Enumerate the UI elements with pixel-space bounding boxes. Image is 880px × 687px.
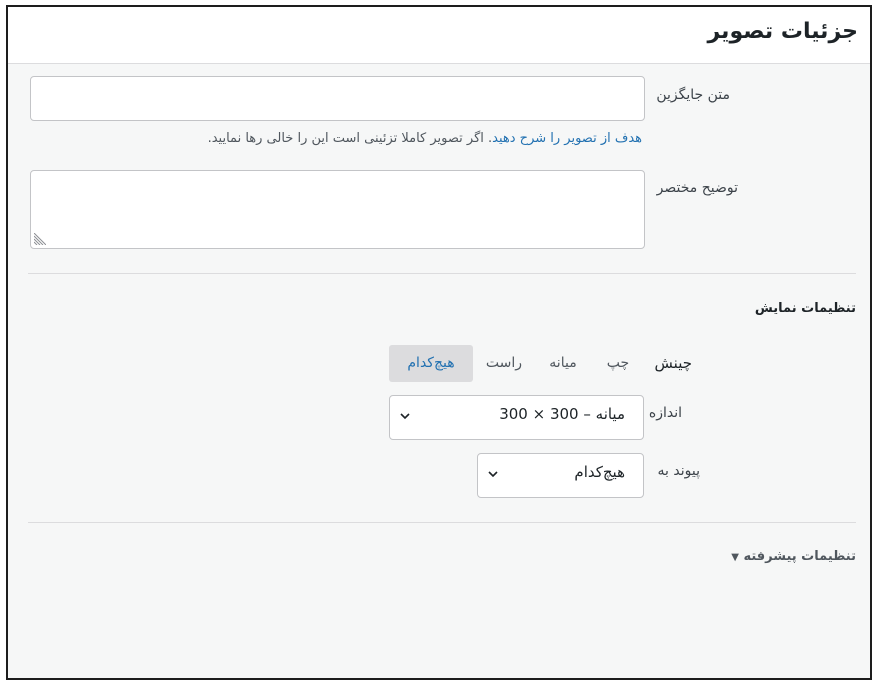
size-label: اندازه — [648, 405, 682, 421]
caption-label: توضیح مختصر — [656, 180, 738, 196]
link-to-select-value: هیچ‌کدام — [574, 463, 625, 481]
link-to-label: پیوند به — [657, 463, 700, 479]
align-center-button[interactable]: میانه — [541, 345, 585, 382]
chevron-down-icon — [400, 413, 410, 420]
caption-textarea[interactable] — [30, 170, 645, 249]
image-details-panel: جزئیات تصویر متن جایگزین هدف از تصویر را… — [6, 5, 872, 680]
align-none-button[interactable]: هیچ‌کدام — [389, 345, 473, 382]
chevron-down-icon — [488, 471, 498, 478]
triangle-down-icon: ▼ — [731, 552, 739, 563]
panel-header: جزئیات تصویر — [8, 7, 870, 64]
advanced-settings-label: تنظیمات پیشرفته — [743, 549, 856, 564]
resize-handle-icon[interactable] — [34, 233, 46, 245]
panel-title: جزئیات تصویر — [707, 19, 859, 44]
size-select-value: میانه – 300 × 300 — [499, 405, 625, 423]
alt-text-help-link[interactable]: هدف از تصویر را شرح دهید — [492, 131, 642, 146]
divider — [28, 522, 856, 523]
alignment-label: چینش — [654, 354, 692, 372]
alt-text-help: هدف از تصویر را شرح دهید. اگر تصویر کامل… — [208, 131, 642, 146]
divider — [28, 273, 856, 274]
alt-text-label: متن جایگزین — [656, 87, 730, 103]
alt-text-input[interactable] — [30, 76, 645, 121]
display-settings-heading: تنظیمات نمایش — [754, 301, 856, 316]
link-to-select[interactable]: هیچ‌کدام — [477, 453, 644, 498]
align-right-button[interactable]: راست — [478, 345, 530, 382]
align-left-button[interactable]: چپ — [597, 345, 639, 382]
alt-text-help-text: . اگر تصویر کاملا تزئینی است این را خالی… — [207, 131, 493, 146]
advanced-settings-toggle[interactable]: تنظیمات پیشرفته ▼ — [731, 549, 856, 564]
size-select[interactable]: میانه – 300 × 300 — [389, 395, 644, 440]
